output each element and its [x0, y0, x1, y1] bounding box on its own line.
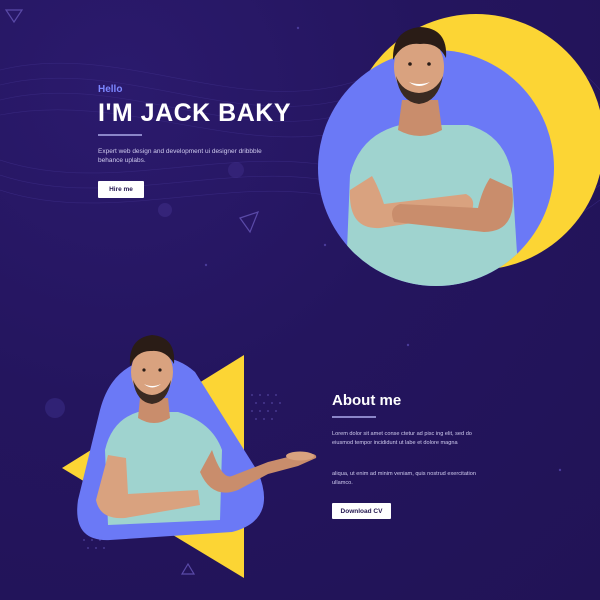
about-title: About me: [332, 392, 402, 409]
download-cv-button[interactable]: Download CV: [332, 503, 391, 519]
about-portrait: [62, 335, 317, 578]
about-paragraph-1: Lorem dolor sit amet conse ctetur ad pis…: [332, 431, 472, 446]
about-underline: [332, 416, 376, 418]
about-person: [96, 335, 317, 525]
about-paragraph-2: aliqua, ut enim ad minim veniam, quis no…: [332, 471, 476, 486]
portfolio-page: Hello I'M JACK BAKY Expert web design an…: [0, 0, 600, 600]
